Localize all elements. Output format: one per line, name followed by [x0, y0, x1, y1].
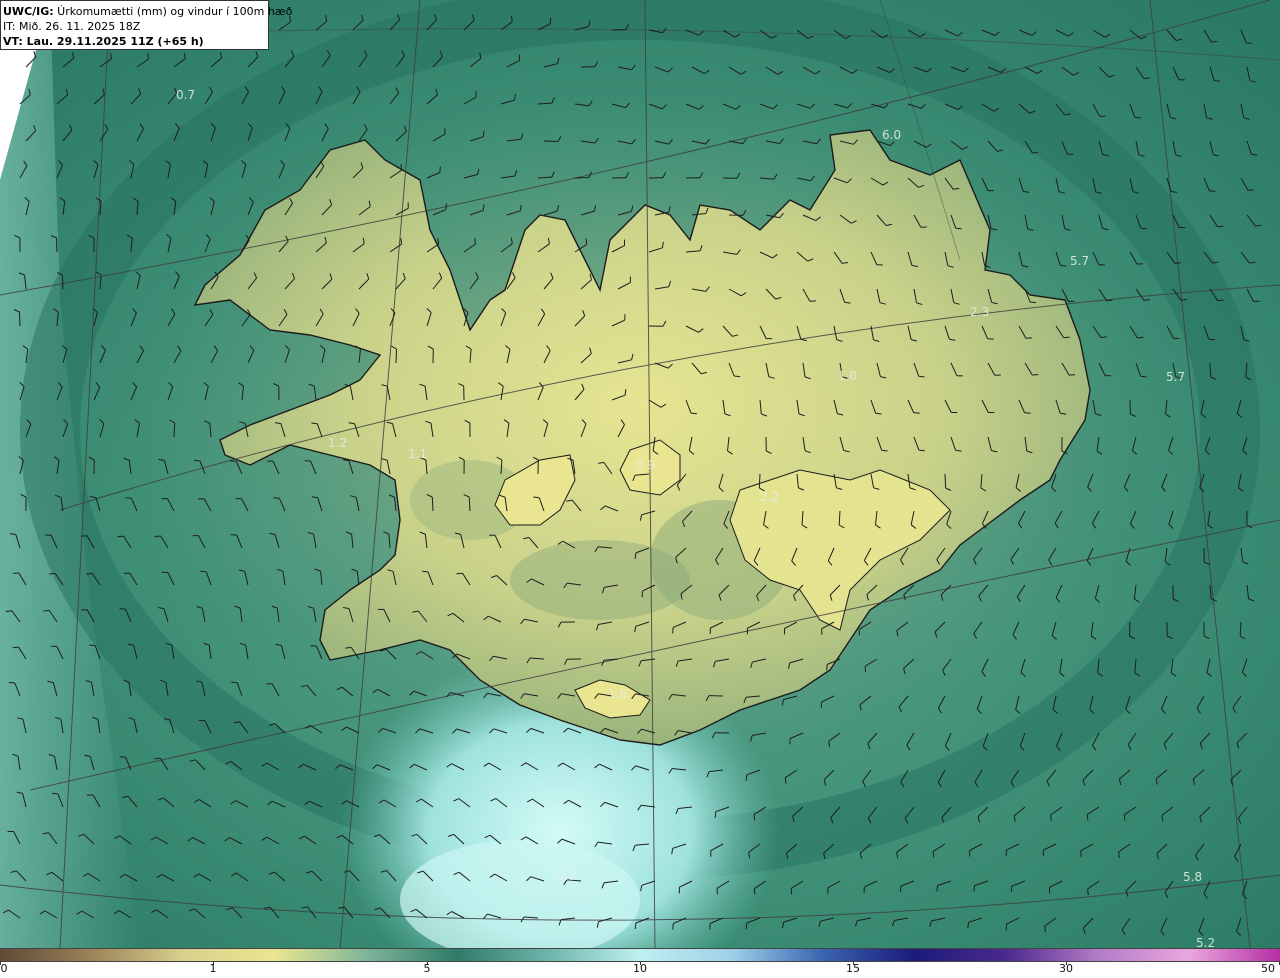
wind-barb-flag — [400, 164, 403, 171]
colorbar-tick-label: 30 — [1059, 962, 1073, 975]
wind-barb-flag — [1123, 814, 1126, 821]
wind-barb — [1209, 362, 1212, 378]
wind-barb-flag — [437, 238, 440, 245]
map-canvas — [0, 0, 1280, 948]
map-value-label: 2.3 — [970, 305, 990, 319]
wind-barb-flag — [745, 922, 748, 929]
wind-barb-flag — [154, 535, 161, 537]
wind-barb-flag — [1106, 299, 1113, 302]
map-value-label: 5.7 — [1166, 370, 1186, 384]
map-value-label: 0.7 — [176, 88, 196, 102]
wind-barb-flag — [230, 534, 237, 536]
wind-barb-flag — [1217, 225, 1224, 228]
wind-barb-flag — [1211, 41, 1218, 43]
wind-barb-flag — [634, 552, 637, 559]
wind-barb-flag — [690, 412, 698, 415]
wind-barb-flag — [147, 53, 149, 60]
wind-barb-flag — [12, 646, 19, 649]
wind-barb — [758, 473, 761, 489]
map-value-label: 1.2 — [328, 436, 348, 450]
wind-barb-flag — [753, 814, 756, 821]
wind-barb-flag — [753, 888, 756, 895]
colorbar-tick-label: 5 — [423, 962, 431, 975]
wind-barb-flag — [864, 666, 867, 673]
map-value-label: 1.0 — [838, 369, 858, 383]
wind-barb-flag — [1086, 814, 1089, 821]
wind-barb-flag — [231, 681, 238, 684]
wind-barb-flag — [8, 682, 15, 684]
map-value-label: 5.8 — [1183, 870, 1203, 884]
colorbar-tick-label: 1 — [209, 962, 217, 975]
wind-barb-flag — [634, 922, 637, 930]
wind-barb-flag — [858, 629, 861, 636]
wind-barb-flag — [784, 777, 787, 784]
wind-barb — [19, 311, 21, 327]
wind-barb — [543, 140, 559, 142]
wind-barb-flag — [193, 459, 201, 462]
wind-barb-flag — [304, 460, 311, 462]
wind-barb-flag — [918, 449, 925, 452]
colorbar-tick-label: 0 — [0, 962, 8, 975]
wind-barb — [62, 274, 64, 290]
map-value-label: 5.7 — [1070, 254, 1090, 268]
colorbar-tick-label: 50 — [1261, 962, 1275, 975]
map-value-label: 1.1 — [408, 447, 428, 461]
title-line: UWC/IG: Úrkomumætti (mm) og vindur í 100… — [3, 4, 292, 19]
wind-barb — [56, 237, 58, 253]
wind-barb-flag — [49, 572, 56, 575]
map-value-label: 0.5 — [557, 869, 577, 883]
wind-barb — [395, 348, 397, 364]
wind-barb-flag — [117, 535, 124, 538]
wind-barb-flag — [345, 646, 352, 649]
init-time: IT: Mið. 26. 11. 2025 18Z — [3, 20, 141, 33]
map-title: Úrkomumætti (mm) og vindur í 100m hæð — [53, 5, 293, 18]
forecast-info-box: UWC/IG: Úrkomumætti (mm) og vindur í 100… — [0, 0, 292, 50]
wind-barb-flag — [154, 757, 161, 760]
wind-barb-flag — [200, 570, 207, 573]
wind-barb-flag — [734, 375, 741, 378]
wind-barb-flag — [1217, 299, 1224, 302]
wind-barb-flag — [1137, 336, 1144, 339]
wind-barb-flag — [456, 572, 463, 575]
wind-barb — [944, 473, 947, 489]
valid-time: VT: Lau. 29.11.2025 11Z (+65 h) — [3, 35, 204, 48]
forecast-map: 6.0 5.7 5.7 2.3 5.8 5.2 1.6 0.5 1.0 1.1 … — [0, 0, 1280, 948]
map-value-label: 0.9 — [636, 458, 656, 472]
wind-barb-flag — [1140, 227, 1147, 230]
wind-barb-flag — [1010, 886, 1013, 893]
colorbar-tick-label: 10 — [633, 962, 647, 975]
wind-barb-flag — [1032, 152, 1039, 154]
wind-barb — [431, 496, 434, 512]
map-value-label: 2.2 — [760, 490, 780, 504]
wind-barb-flag — [1030, 301, 1037, 304]
wind-barb-flag — [716, 888, 718, 895]
wind-barb-flag — [932, 851, 935, 858]
model-label: UWC/IG: — [3, 5, 54, 18]
wind-barb-flag — [1067, 153, 1074, 155]
wind-barb-flag — [955, 227, 962, 230]
colorbar-tick-label: 15 — [846, 962, 860, 975]
map-value-label: 1.6 — [608, 687, 628, 701]
wind-barb-flag — [790, 888, 793, 895]
wind-barb-flag — [445, 203, 447, 210]
wind-barb-flag — [123, 572, 130, 574]
wind-barb-flag — [51, 792, 59, 795]
wind-barb-flag — [43, 609, 50, 612]
wind-barb-flag — [1063, 336, 1070, 339]
wind-barb-flag — [1246, 42, 1253, 44]
precipitation-colorbar — [0, 948, 1280, 962]
wind-barb-flag — [899, 885, 902, 893]
wind-barb-flag — [422, 570, 429, 573]
wind-barb — [574, 177, 590, 179]
wind-barb-flag — [1209, 190, 1216, 192]
map-value-label: 5.2 — [1196, 936, 1216, 948]
wind-barb — [173, 422, 176, 438]
map-value-label: 6.0 — [882, 128, 902, 142]
wind-barb-flag — [714, 811, 717, 818]
wind-barb-flag — [585, 238, 588, 245]
